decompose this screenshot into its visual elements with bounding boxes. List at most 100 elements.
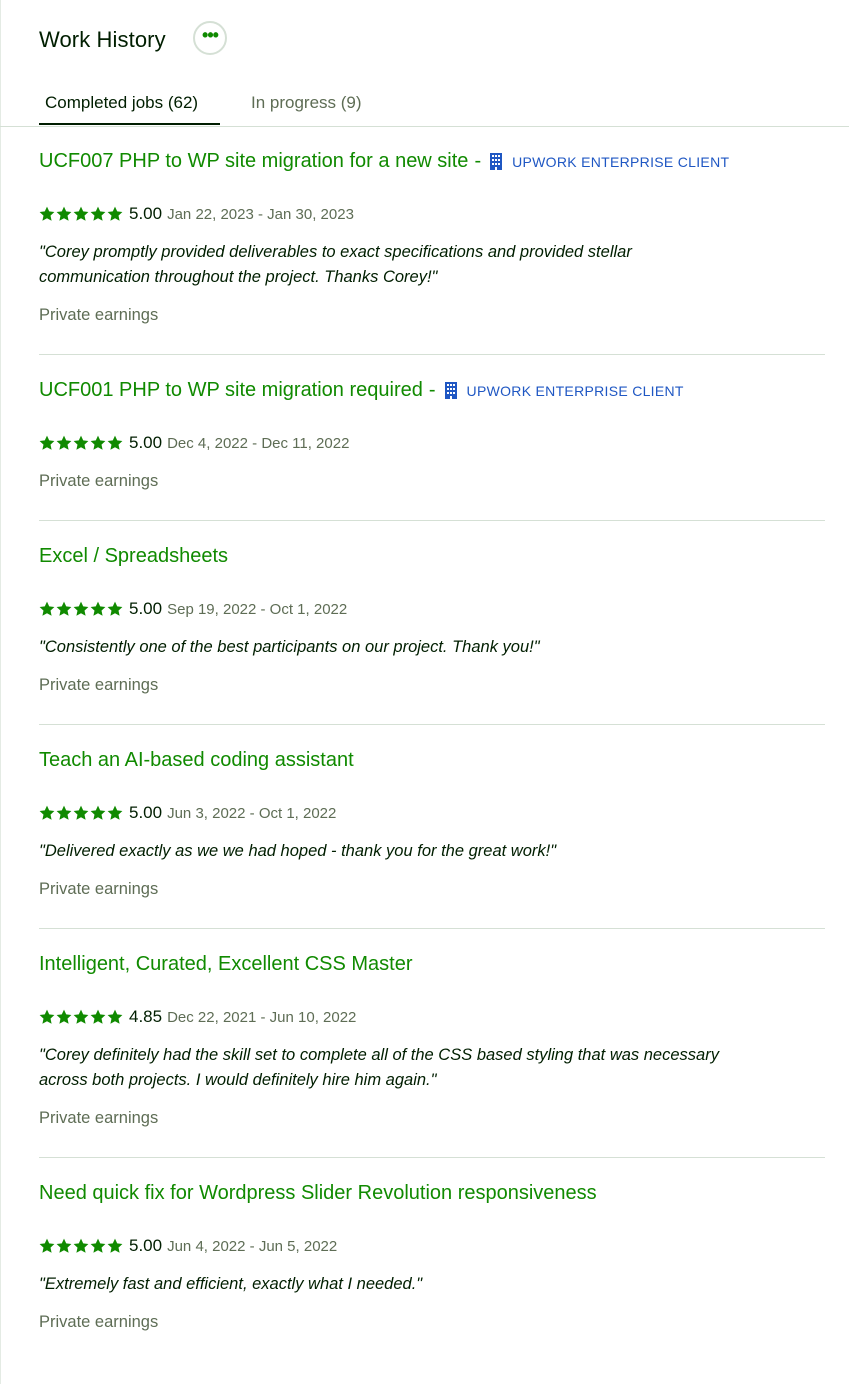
star-rating [39,1009,124,1025]
job-title-link[interactable]: Teach an AI-based coding assistant [39,749,354,772]
more-options-button[interactable]: ••• [193,21,227,55]
title-separator: - [428,379,436,401]
job-title-link[interactable]: Excel / Spreadsheets [39,545,228,568]
star-icon [39,601,55,616]
star-icon [39,1009,55,1024]
star-rating [39,601,124,617]
star-icon [56,1238,72,1253]
rating-score: 5.00 [129,204,163,223]
star-icon [39,206,55,221]
job-item: Intelligent, Curated, Excellent CSS Mast… [39,929,825,1158]
earnings-label: Private earnings [39,1109,159,1127]
job-title-link[interactable]: UCF001 PHP to WP site migration required [39,379,423,402]
job-title-link[interactable]: Need quick fix for Wordpress Slider Revo… [39,1182,597,1205]
star-icon [56,1009,72,1024]
rating-row: 5.00 Jan 22, 2023 - Jan 30, 2023 [39,204,354,224]
star-icon [56,601,72,616]
star-icon [107,805,123,820]
earnings-label: Private earnings [39,880,159,898]
rating-row: 4.85 Dec 22, 2021 - Jun 10, 2022 [39,1007,356,1027]
client-review: "Delivered exactly as we we had hoped - … [39,839,809,864]
star-icon [73,601,89,616]
job-item: Excel / Spreadsheets 5.00 Sep 19, 2022 -… [39,521,825,725]
active-tab-indicator [39,123,220,125]
star-icon [90,206,106,221]
building-icon [490,153,503,170]
star-icon [56,805,72,820]
ellipsis-icon: ••• [202,24,219,45]
star-icon [56,435,72,450]
star-rating [39,435,124,451]
jobs-list: UCF007 PHP to WP site migration for a ne… [39,126,825,1384]
job-dates: Dec 4, 2022 - Dec 11, 2022 [167,434,350,452]
job-item: UCF007 PHP to WP site migration for a ne… [39,126,825,355]
earnings-label: Private earnings [39,1313,159,1331]
job-item: Teach an AI-based coding assistant 5.00 … [39,725,825,929]
job-dates: Sep 19, 2022 - Oct 1, 2022 [167,600,348,618]
tab-in-progress[interactable]: In progress (9) [251,93,362,113]
rating-score: 5.00 [129,803,163,822]
enterprise-client-label: UPWORK ENTERPRISE CLIENT [466,382,684,399]
earnings-label: Private earnings [39,472,159,490]
star-icon [73,1238,89,1253]
rating-row: 5.00 Jun 4, 2022 - Jun 5, 2022 [39,1236,337,1256]
rating-row: 5.00 Jun 3, 2022 - Oct 1, 2022 [39,803,336,823]
enterprise-badge: UPWORK ENTERPRISE CLIENT [444,382,684,399]
job-dates: Jan 22, 2023 - Jan 30, 2023 [167,205,354,223]
star-icon [56,206,72,221]
star-icon [90,601,106,616]
section-title: Work History [39,27,166,52]
star-icon [39,1238,55,1253]
building-icon [444,382,457,399]
star-rating [39,805,124,821]
client-review: "Extremely fast and efficient, exactly w… [39,1272,809,1297]
review-line: communication throughout the project. Th… [39,268,438,286]
title-separator: - [474,150,482,172]
rating-row: 5.00 Sep 19, 2022 - Oct 1, 2022 [39,599,347,619]
star-icon [73,805,89,820]
star-icon [107,206,123,221]
job-item: Need quick fix for Wordpress Slider Revo… [39,1158,825,1384]
rating-score: 5.00 [129,1236,163,1255]
star-icon [90,435,106,450]
star-icon [107,1238,123,1253]
star-icon [107,1009,123,1024]
enterprise-badge: UPWORK ENTERPRISE CLIENT [489,153,729,170]
rating-score: 5.00 [129,433,163,452]
job-dates: Jun 3, 2022 - Oct 1, 2022 [167,804,337,822]
client-review: "Corey definitely had the skill set to c… [39,1043,809,1093]
tab-completed-jobs[interactable]: Completed jobs (62) [45,93,198,113]
review-line: "Corey definitely had the skill set to c… [39,1046,719,1064]
job-title-link[interactable]: Intelligent, Curated, Excellent CSS Mast… [39,953,413,976]
star-icon [90,1009,106,1024]
star-icon [90,805,106,820]
star-rating [39,1238,124,1254]
star-icon [39,435,55,450]
star-icon [90,1238,106,1253]
star-icon [73,1009,89,1024]
rating-score: 4.85 [129,1007,163,1026]
review-line: "Corey promptly provided deliverables to… [39,243,632,261]
tab-bar: Completed jobs (62) In progress (9) [0,85,849,127]
star-icon [107,435,123,450]
star-icon [73,206,89,221]
section-header: Work History [39,20,166,60]
star-icon [73,435,89,450]
enterprise-client-label: UPWORK ENTERPRISE CLIENT [512,153,730,170]
rating-row: 5.00 Dec 4, 2022 - Dec 11, 2022 [39,433,349,453]
review-line: "Consistently one of the best participan… [39,638,540,656]
star-icon [107,601,123,616]
star-icon [39,805,55,820]
job-dates: Jun 4, 2022 - Jun 5, 2022 [167,1237,338,1255]
rating-score: 5.00 [129,599,163,618]
job-title-link[interactable]: UCF007 PHP to WP site migration for a ne… [39,150,468,173]
left-border [0,0,1,1384]
star-rating [39,206,124,222]
client-review: "Corey promptly provided deliverables to… [39,240,809,290]
client-review: "Consistently one of the best participan… [39,635,809,660]
review-line: across both projects. I would definitely… [39,1071,437,1089]
job-item: UCF001 PHP to WP site migration required… [39,355,825,521]
review-line: "Delivered exactly as we we had hoped - … [39,842,557,860]
earnings-label: Private earnings [39,306,159,324]
job-dates: Dec 22, 2021 - Jun 10, 2022 [167,1008,357,1026]
